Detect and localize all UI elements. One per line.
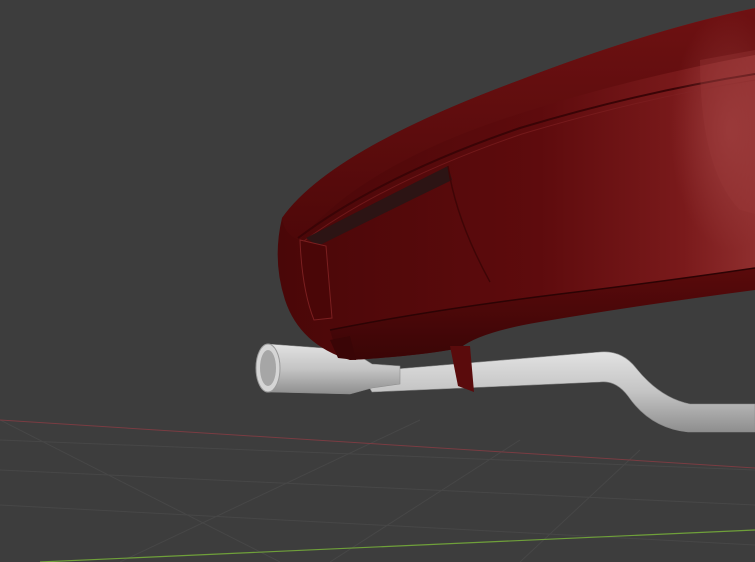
3d-viewport[interactable]: [0, 0, 755, 562]
y-axis-line: [39, 529, 755, 562]
viewport-scene[interactable]: [0, 0, 755, 562]
exhaust-pipe[interactable]: [255, 343, 755, 433]
car-bumper[interactable]: [277, 8, 755, 392]
floor-grid: [0, 419, 755, 562]
